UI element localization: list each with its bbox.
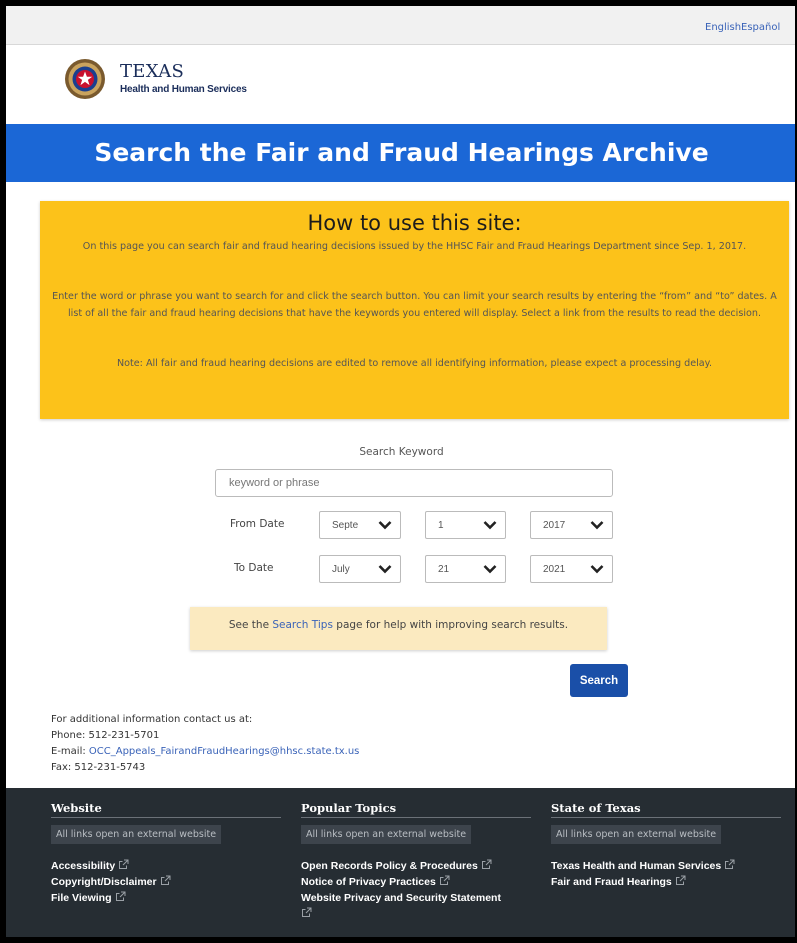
page-frame: English Español TEXAS Health and Human S… [0,0,797,943]
language-bar: English Español [6,6,795,45]
external-link-icon [115,891,125,901]
footer-link[interactable]: File Viewing [51,892,112,904]
chevron-down-icon [483,565,497,574]
to-month-select[interactable]: July [319,555,401,583]
from-month-select[interactable]: Septe [319,511,401,539]
footer-link-item[interactable]: Accessibility [51,858,281,874]
footer-link[interactable]: Texas Health and Human Services [551,860,721,872]
footer-link-item[interactable]: File Viewing [51,890,281,906]
footer-link-item[interactable]: Copyright/Disclaimer [51,874,281,890]
search-keyword-input[interactable] [215,469,613,497]
footer-link[interactable]: Copyright/Disclaimer [51,876,157,888]
search-tips-link[interactable]: Search Tips [272,619,333,631]
footer-link-item[interactable]: Texas Health and Human Services [551,858,781,874]
from-year-select[interactable]: 2017 [530,511,613,539]
contact-email-row: E-mail: OCC_Appeals_FairandFraudHearings… [51,744,359,760]
external-links-note: All links open an external website [551,825,722,844]
contact-intro: For additional information contact us at… [51,714,253,725]
texas-seal-icon [65,59,105,99]
contact-fax: Fax: 512-231-5743 [51,762,146,773]
from-month-value: Septe [332,520,359,531]
how-to-paragraph-3: Note: All fair and fraud hearing decisio… [116,358,713,369]
footer-column-state-of-texas: State of Texas All links open an externa… [551,801,781,890]
to-year-select[interactable]: 2021 [530,555,613,583]
external-link-icon [481,859,492,869]
contact-phone: Phone: 512-231-5701 [51,730,160,741]
how-to-heading: How to use this site: [307,211,522,235]
page-title-banner: Search the Fair and Fraud Hearings Archi… [6,124,795,182]
footer-link[interactable]: Notice of Privacy Practices [301,876,436,888]
how-to-paragraph-1: On this page you can search fair and fra… [82,241,747,252]
contact-info: For additional information contact us at… [51,712,359,776]
logo-subtitle: Health and Human Services [120,84,247,95]
to-date-label: To Date [234,562,274,574]
espanol-link[interactable]: Español [741,22,780,33]
footer-link-item[interactable]: Fair and Fraud Hearings [551,874,781,890]
contact-email-link[interactable]: OCC_Appeals_FairandFraudHearings@hhsc.st… [89,746,359,757]
external-link-icon [302,907,312,917]
to-day-value: 21 [438,564,450,575]
hhs-logo[interactable]: TEXAS Health and Human Services [64,58,274,102]
footer-column-title: Popular Topics [301,801,531,818]
external-links-note: All links open an external website [51,825,222,844]
footer-column-popular-topics: Popular Topics All links open an externa… [301,801,531,922]
search-tips-box: See the Search Tips page for help with i… [190,607,607,650]
external-link-icon [119,859,129,869]
how-to-box: How to use this site: On this page you c… [40,201,789,419]
from-day-select[interactable]: 1 [425,511,506,539]
site-footer: Website All links open an external websi… [6,788,795,937]
tips-suffix: page for help with improving search resu… [332,619,569,631]
english-link[interactable]: English [705,22,741,33]
to-day-select[interactable]: 21 [425,555,506,583]
logo-title: TEXAS [120,61,185,82]
external-link-icon [725,859,735,869]
to-month-value: July [332,564,350,575]
to-year-value: 2021 [543,564,566,575]
from-date-label: From Date [230,518,285,530]
chevron-down-icon [378,565,392,574]
footer-column-website: Website All links open an external websi… [51,801,281,906]
footer-column-title: Website [51,801,281,818]
from-year-value: 2017 [543,520,566,531]
footer-link-item[interactable]: Open Records Policy & Procedures [301,858,531,874]
chevron-down-icon [590,565,604,574]
footer-column-title: State of Texas [551,801,781,818]
chevron-down-icon [378,521,392,530]
external-link-icon [439,875,450,885]
contact-email-label: E-mail: [51,746,89,757]
footer-link[interactable]: Open Records Policy & Procedures [301,860,478,872]
external-link-icon [675,875,686,885]
footer-link[interactable]: Accessibility [51,860,115,872]
search-keyword-label: Search Keyword [359,446,444,458]
footer-link[interactable]: Fair and Fraud Hearings [551,876,672,888]
external-link-icon [160,875,171,885]
from-day-value: 1 [438,520,444,531]
chevron-down-icon [590,521,604,530]
footer-link-item[interactable]: Website Privacy and Security Statement [301,890,531,922]
tips-prefix: See the [228,619,273,631]
search-button[interactable]: Search [570,664,628,697]
chevron-down-icon [483,521,497,530]
footer-link-item[interactable]: Notice of Privacy Practices [301,874,531,890]
external-links-note: All links open an external website [301,825,472,844]
how-to-paragraph-2: Enter the word or phrase you want to sea… [52,291,777,319]
footer-link[interactable]: Website Privacy and Security Statement [301,892,501,904]
